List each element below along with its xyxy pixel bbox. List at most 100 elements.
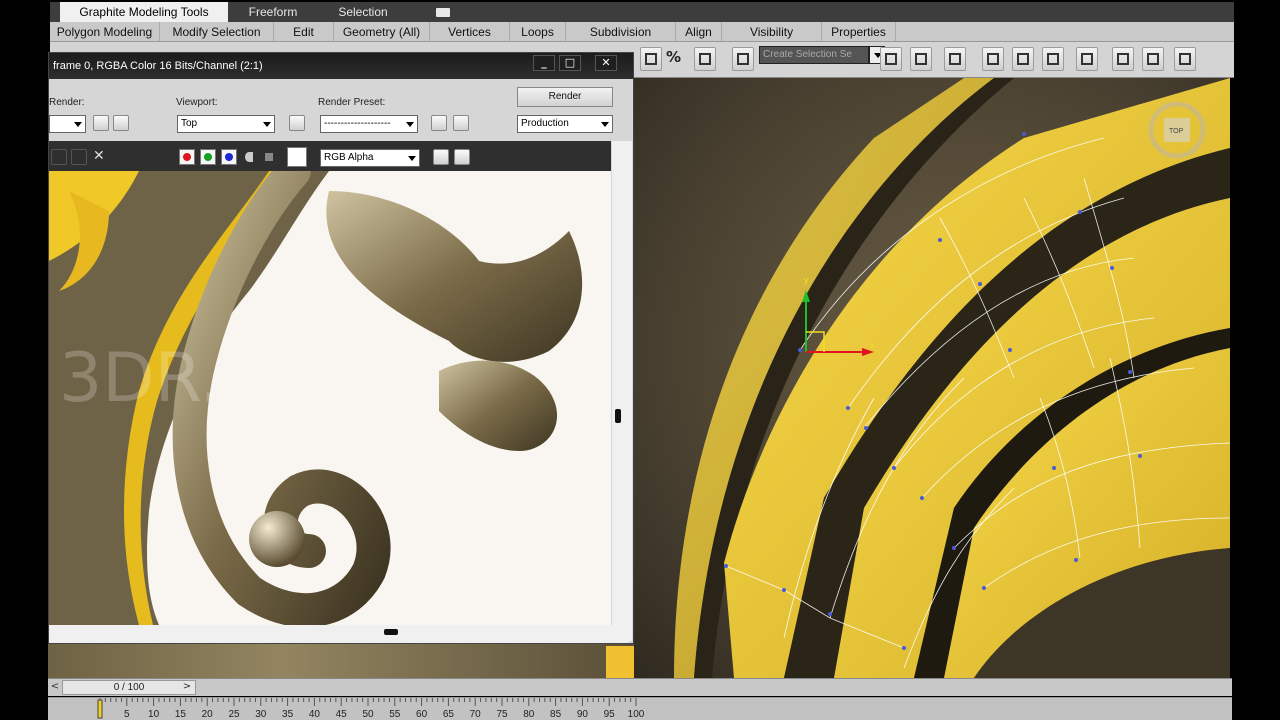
- channel-display-dropdown[interactable]: RGB Alpha: [320, 149, 420, 167]
- current-frame-marker[interactable]: [97, 699, 103, 719]
- environment-button[interactable]: [453, 115, 469, 131]
- spinner-snap-icon: [699, 53, 711, 65]
- edit-named-selection-button[interactable]: [732, 47, 754, 71]
- minimize-button[interactable]: _: [533, 55, 555, 71]
- left-viewport-rim: [606, 646, 634, 678]
- render-setup-button[interactable]: [1112, 47, 1134, 71]
- render-preset-dropdown[interactable]: --------------------: [320, 115, 418, 133]
- viewport-model: y x TOP: [634, 78, 1230, 678]
- perspective-viewport[interactable]: y x TOP: [634, 78, 1230, 678]
- render-preset-label: Render Preset:: [318, 97, 386, 108]
- alpha-channel-icon[interactable]: [245, 152, 253, 162]
- panel-geometry-all[interactable]: Geometry (All): [334, 22, 430, 41]
- color-swatch[interactable]: [287, 147, 307, 167]
- tab-freeform[interactable]: Freeform: [228, 2, 318, 22]
- production-dropdown[interactable]: Production: [517, 115, 613, 133]
- clear-icon[interactable]: ✕: [93, 148, 105, 164]
- track-tick-label: 10: [148, 709, 160, 720]
- rendered-frame-window: frame 0, RGBA Color 16 Bits/Channel (2:1…: [48, 52, 634, 644]
- ribbon-tab-bar: Graphite Modeling Tools Freeform Selecti…: [50, 2, 1234, 22]
- percent-snap-button[interactable]: %: [666, 48, 681, 66]
- track-tick-label: 50: [362, 709, 374, 720]
- track-tick-label: 75: [496, 709, 508, 720]
- render-button[interactable]: Render: [517, 87, 613, 107]
- curve-editor-button[interactable]: [1012, 47, 1034, 71]
- track-tick-label: 55: [389, 709, 401, 720]
- layer-manager-button[interactable]: [944, 47, 966, 71]
- snap-icon: [645, 53, 657, 65]
- region-tool-button[interactable]: [113, 115, 129, 131]
- green-channel-toggle[interactable]: [200, 149, 216, 165]
- tab-selection[interactable]: Selection: [318, 2, 408, 22]
- spinner-snap-button[interactable]: [694, 47, 716, 71]
- render-setup-small-button[interactable]: [431, 115, 447, 131]
- gizmo-y-label: y: [804, 275, 809, 285]
- track-tick-label: 90: [577, 709, 589, 720]
- panel-edit[interactable]: Edit: [274, 22, 334, 41]
- previous-frame-icon[interactable]: <: [48, 680, 62, 694]
- panel-loops[interactable]: Loops: [510, 22, 566, 41]
- panel-vertices[interactable]: Vertices: [430, 22, 510, 41]
- align-button[interactable]: [910, 47, 932, 71]
- schematic-icon: [1047, 53, 1059, 65]
- blue-channel-icon: [225, 153, 233, 161]
- render-production-button[interactable]: [1174, 47, 1196, 71]
- track-tick-label: 5: [124, 709, 130, 720]
- graphite-toggle-button[interactable]: [982, 47, 1004, 71]
- layer-icon: [949, 53, 961, 65]
- viewport-dropdown[interactable]: Top: [177, 115, 275, 133]
- track-bar[interactable]: 5 10 15 20 25 30 35 40 45 50 55 60 65 70 75 80 85 90 95 100: [48, 697, 1232, 720]
- rendered-frame-window-button[interactable]: [1142, 47, 1164, 71]
- render-label: Render:: [49, 97, 85, 108]
- track-tick-label: 15: [175, 709, 187, 720]
- panel-align[interactable]: Align: [676, 22, 722, 41]
- ribbon-minimize-icon[interactable]: [436, 8, 450, 17]
- render-area-dropdown[interactable]: [49, 115, 86, 133]
- track-tick-label: 85: [550, 709, 562, 720]
- red-channel-icon: [183, 153, 191, 161]
- horizontal-scroll-thumb[interactable]: [384, 629, 398, 635]
- print-icon[interactable]: [71, 149, 87, 165]
- panel-polygon-modeling[interactable]: Polygon Modeling: [50, 22, 160, 41]
- red-channel-toggle[interactable]: [179, 149, 195, 165]
- track-tick-label: 65: [443, 709, 455, 720]
- tab-graphite-modeling-tools[interactable]: Graphite Modeling Tools: [60, 2, 228, 22]
- toggle-ui-overlay-button[interactable]: [433, 149, 449, 165]
- toggle-ui-button[interactable]: [454, 149, 470, 165]
- selection-set-dropdown[interactable]: Create Selection Se: [759, 46, 869, 64]
- vertical-scroll-thumb[interactable]: [615, 409, 621, 423]
- align-icon: [915, 53, 927, 65]
- maximize-button[interactable]: □: [559, 55, 581, 71]
- panel-modify-selection[interactable]: Modify Selection: [160, 22, 274, 41]
- panel-subdivision[interactable]: Subdivision: [566, 22, 676, 41]
- snap-toggle-button[interactable]: [640, 47, 662, 71]
- vertical-scrollbar[interactable]: [612, 141, 632, 641]
- panel-visibility[interactable]: Visibility: [722, 22, 822, 41]
- lock-icon[interactable]: [289, 115, 305, 131]
- track-tick-label: 95: [604, 709, 616, 720]
- render-setup-icon: [1117, 53, 1129, 65]
- gizmo-x-label: x: [870, 340, 875, 350]
- teapot-icon: [1179, 53, 1191, 65]
- track-tick-label: 40: [309, 709, 321, 720]
- ribbon-panel-bar: Polygon Modeling Modify Selection Edit G…: [50, 22, 1234, 42]
- monochrome-icon[interactable]: [265, 153, 273, 161]
- track-tick-label: 60: [416, 709, 428, 720]
- graphite-icon: [987, 53, 999, 65]
- close-button[interactable]: ✕: [595, 55, 617, 71]
- viewport-label: Viewport:: [176, 97, 218, 108]
- track-tick-label: 45: [336, 709, 348, 720]
- hand-tool-button[interactable]: [93, 115, 109, 131]
- frame-window-title: frame 0, RGBA Color 16 Bits/Channel (2:1…: [53, 60, 263, 72]
- horizontal-scrollbar[interactable]: [49, 625, 629, 643]
- clone-icon[interactable]: [51, 149, 67, 165]
- time-slider-thumb[interactable]: 0 / 100: [62, 680, 196, 695]
- next-frame-icon[interactable]: >: [180, 680, 194, 694]
- mirror-icon: [885, 53, 897, 65]
- mirror-button[interactable]: [880, 47, 902, 71]
- time-slider[interactable]: < 0 / 100 >: [48, 678, 1232, 696]
- schematic-view-button[interactable]: [1042, 47, 1064, 71]
- material-editor-button[interactable]: [1076, 47, 1098, 71]
- blue-channel-toggle[interactable]: [221, 149, 237, 165]
- panel-properties[interactable]: Properties: [822, 22, 896, 41]
